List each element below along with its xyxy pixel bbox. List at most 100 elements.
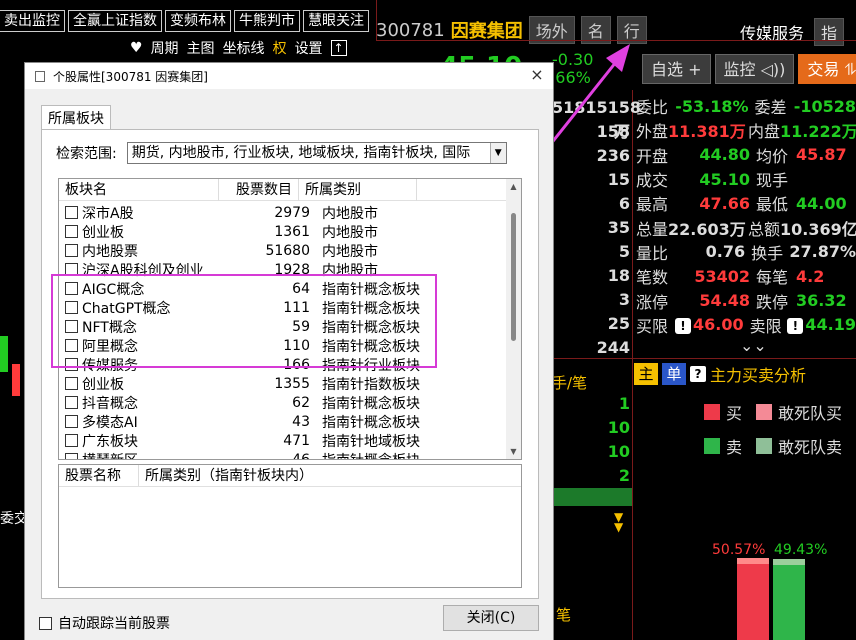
volume-cell: 6: [618, 194, 630, 213]
detail-header: 股票名称 所属类别（指南针板块内）: [59, 465, 521, 487]
sector-name: 内地股票: [82, 243, 138, 260]
trade-footer: 笔: [556, 606, 572, 624]
legend-label: 敢死队买: [778, 404, 843, 423]
list-item[interactable]: 创业板 1355 指南针指数板块: [59, 374, 507, 393]
close-button[interactable]: 关闭(C): [443, 605, 539, 631]
row-checkbox[interactable]: [65, 434, 78, 447]
list-item[interactable]: 广东板块 471 指南针地域板块: [59, 431, 507, 450]
tab-sectors[interactable]: 所属板块: [41, 105, 111, 130]
tab-main[interactable]: 主: [634, 363, 658, 385]
sector-category: 内地股市: [322, 243, 378, 260]
quote-label: 量比: [636, 243, 669, 263]
quote-label: 每笔: [756, 268, 789, 288]
row-checkbox[interactable]: [65, 206, 78, 219]
indicator-button[interactable]: 慧眼关注: [303, 10, 369, 32]
rights-button[interactable]: 权: [273, 38, 287, 58]
quote-label: 内盘: [748, 122, 781, 142]
sector-category: 指南针地域板块: [322, 433, 420, 450]
trade-button[interactable]: 交易 ⥮: [798, 54, 856, 84]
indicator-button[interactable]: 卖出监控: [0, 10, 65, 32]
list-item[interactable]: 横琴新区 46 指南针概念板块: [59, 450, 507, 460]
quote-value: ! 46.00: [674, 315, 744, 335]
dropdown-arrow-icon[interactable]: ▼: [489, 143, 506, 163]
quote-label: 最高: [636, 195, 669, 215]
trade-column-header: 手/笔: [552, 374, 588, 392]
quote-label: 委差: [754, 98, 787, 118]
row-checkbox[interactable]: [65, 225, 78, 238]
scroll-down-icon[interactable]: ▼: [506, 444, 521, 459]
period-button[interactable]: 周期: [151, 38, 179, 58]
help-icon[interactable]: ?: [690, 366, 706, 382]
sector-category: 指南针指数板块: [322, 376, 420, 393]
row-checkbox[interactable]: [65, 244, 78, 257]
trade-cell: 1: [618, 394, 630, 413]
scroll-up-icon[interactable]: ▲: [506, 179, 521, 194]
scroll-thumb[interactable]: [511, 213, 516, 341]
list-item[interactable]: 创业板 1361 内地股市: [59, 222, 507, 241]
chart-toolbar: ♥ 周期 主图 坐标线 权 设置 ↑: [130, 38, 347, 58]
column-header-name[interactable]: 板块名: [59, 179, 219, 201]
indicator-button[interactable]: 牛熊判市: [234, 10, 300, 32]
list-item[interactable]: 多模态AI 43 指南针概念板块: [59, 412, 507, 431]
follow-checkbox[interactable]: [39, 616, 52, 630]
quote-value: 0.76: [705, 242, 746, 262]
quote-value: 10.369亿: [780, 219, 856, 239]
column-header-count[interactable]: 股票数目: [219, 179, 299, 201]
crosshair-button[interactable]: 坐标线: [223, 38, 265, 58]
buy-percent: 50.57%: [712, 542, 766, 558]
row-checkbox[interactable]: [65, 396, 78, 409]
legend-sell: 卖: [704, 434, 742, 458]
tab-single[interactable]: 单: [662, 363, 686, 385]
row-checkbox[interactable]: [65, 415, 78, 428]
trade-cell: 10: [607, 442, 630, 461]
candlestick: [12, 364, 20, 396]
main-force-panel-header: 主 单 ? 主力买卖分析: [634, 362, 806, 386]
action-buttons: 自选 + 监控 ◁)) 交易 ⥮: [642, 54, 856, 84]
stock-count: 46: [292, 451, 310, 460]
quote-label: 卖限: [749, 316, 782, 336]
quote-value: 54.48: [699, 291, 750, 311]
close-icon[interactable]: ×: [527, 65, 547, 85]
volume-bar: [552, 488, 632, 506]
list-item[interactable]: 抖音概念 62 指南针概念板块: [59, 393, 507, 412]
quote-row: 开盘 44.80 均价 45.87: [636, 143, 856, 167]
sector-name: 深市A股: [82, 205, 134, 222]
panel-title: 主力买卖分析: [710, 366, 807, 385]
column-header-detail-category[interactable]: 所属类别（指南针板块内）: [139, 465, 313, 486]
legend-swatch: [704, 404, 720, 420]
stock-properties-dialog: 个股属性[300781 因赛集团] × 所属板块 检索范围: 期货, 内地股市,…: [24, 62, 554, 640]
vertical-scrollbar[interactable]: ▲ ▼: [506, 179, 521, 459]
arrow-up-icon[interactable]: ↑: [330, 40, 347, 56]
index-button[interactable]: 指: [814, 18, 845, 46]
column-header-category[interactable]: 所属类别: [299, 179, 417, 201]
main-chart-button[interactable]: 主图: [187, 38, 215, 58]
add-watchlist-button[interactable]: 自选 +: [642, 54, 711, 84]
quote-value: 27.87%: [789, 242, 856, 262]
list-item[interactable]: 内地股票 51680 内地股市: [59, 241, 507, 260]
settings-button[interactable]: 设置: [295, 38, 323, 58]
column-header-stock-name[interactable]: 股票名称: [59, 465, 139, 486]
scope-select[interactable]: 期货, 内地股市, 行业板块, 地域板块, 指南针板块, 国际 ▼: [126, 142, 507, 164]
legend-dare-buy: 敢死队买: [756, 400, 842, 424]
indicator-button[interactable]: 变频布林: [165, 10, 231, 32]
sell-bar: [773, 559, 805, 640]
quote-label: 现手: [756, 171, 789, 191]
price-change: -0.30: [552, 50, 594, 69]
list-item[interactable]: 深市A股 2979 内地股市: [59, 203, 507, 222]
row-checkbox[interactable]: [65, 377, 78, 390]
row-checkbox[interactable]: [65, 453, 78, 459]
order-book-volumes: 51815158万 158 236 15 6 35 5 18 3 25 244: [552, 96, 641, 360]
chevron-down-icon[interactable]: ▼ ▼: [614, 511, 623, 533]
indicator-button[interactable]: 全赢上证指数: [68, 10, 162, 32]
dialog-titlebar[interactable]: 个股属性[300781 因赛集团]: [25, 63, 553, 89]
quote-label: 涨停: [636, 292, 669, 312]
heart-icon[interactable]: ♥: [130, 40, 143, 56]
volume-cell: 15: [607, 170, 630, 189]
quote-row: 总量 22.603万 总额 10.369亿: [636, 215, 856, 239]
chevron-down-icon[interactable]: ⌄⌄: [740, 336, 767, 355]
monitor-button[interactable]: 监控 ◁)): [714, 54, 795, 84]
stock-detail-list[interactable]: 股票名称 所属类别（指南针板块内）: [58, 464, 522, 588]
quote-label: 总量: [636, 219, 669, 239]
quote-value: 22.603万: [668, 219, 746, 239]
follow-stock-option[interactable]: 自动跟踪当前股票: [39, 613, 170, 633]
